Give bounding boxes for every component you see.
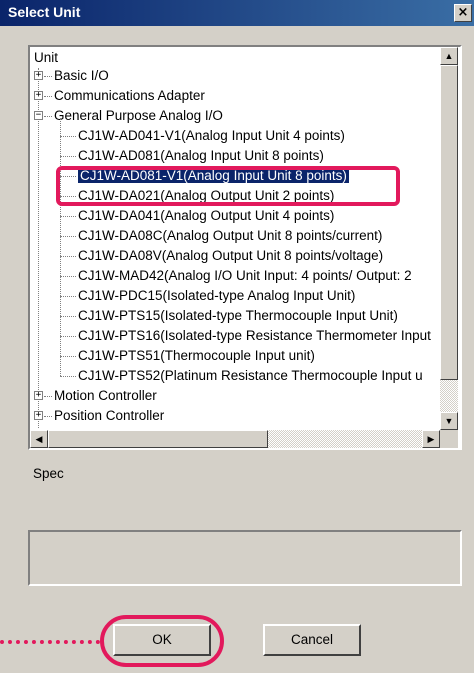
tree-connector — [44, 416, 52, 417]
tree-item-category[interactable]: General Purpose Analog I/O — [54, 106, 223, 126]
tree-item-label: CJ1W-PTS51(Thermocouple Input unit) — [78, 348, 315, 363]
tree-item-unit[interactable]: CJ1W-PTS16(Isolated-type Resistance Ther… — [78, 326, 431, 346]
cancel-button[interactable]: Cancel — [263, 624, 361, 656]
vertical-scrollbar[interactable]: ▲ ▼ — [440, 47, 458, 430]
tree-item-category[interactable]: Motion Controller — [54, 386, 157, 406]
dialog-title: Select Unit — [8, 4, 81, 20]
tree-item-label: CJ1W-PDC15(Isolated-type Analog Input Un… — [78, 288, 356, 303]
tree-connector — [44, 76, 52, 77]
select-unit-dialog: Select Unit × Unit + Basic I/O + Communicat… — [0, 0, 474, 673]
tree-connector — [60, 136, 76, 137]
tree-connector — [60, 216, 76, 217]
scroll-down-icon[interactable]: ▼ — [440, 412, 458, 430]
tree-item-unit[interactable]: CJ1W-PTS51(Thermocouple Input unit) — [78, 346, 315, 366]
close-icon[interactable]: × — [454, 4, 472, 22]
tree-connector — [60, 276, 76, 277]
scrollbar-corner — [440, 430, 458, 448]
tree-connector — [38, 68, 39, 428]
horizontal-scroll-thumb[interactable] — [48, 430, 268, 448]
tree-item-unit[interactable]: CJ1W-PTS15(Isolated-type Thermocouple In… — [78, 306, 398, 326]
scroll-left-icon[interactable]: ◀ — [30, 430, 48, 448]
tree-connector — [60, 296, 76, 297]
title-bar[interactable]: Select Unit × — [0, 0, 474, 26]
tree-item-unit[interactable]: CJ1W-PTS52(Platinum Resistance Thermocou… — [78, 366, 423, 386]
tree-item-label: Motion Controller — [54, 388, 157, 403]
tree-connector — [60, 376, 76, 377]
tree-item-label: Communications Adapter — [54, 88, 205, 103]
tree-connector — [60, 118, 61, 376]
ok-leader-line — [0, 640, 100, 644]
tree-item-label: CJ1W-AD041-V1(Analog Input Unit 4 points… — [78, 128, 345, 143]
tree-item-label: CJ1W-AD081(Analog Input Unit 8 points) — [78, 148, 324, 163]
spec-label: Spec — [33, 466, 64, 481]
tree-item-label: CJ1W-PTS52(Platinum Resistance Thermocou… — [78, 368, 423, 383]
collapse-icon[interactable]: − — [34, 111, 43, 120]
tree-connector — [60, 336, 76, 337]
tree-item-label: Basic I/O — [54, 68, 109, 83]
tree-connector — [60, 256, 76, 257]
expand-icon[interactable]: + — [34, 391, 43, 400]
tree-connector — [60, 356, 76, 357]
tree-item-unit[interactable]: CJ1W-MAD42(Analog I/O Unit Input: 4 poin… — [78, 266, 412, 286]
vertical-scroll-thumb[interactable] — [440, 65, 458, 380]
ok-button-highlight — [100, 615, 224, 667]
tree-connector — [44, 116, 52, 117]
selected-row-highlight — [56, 166, 400, 206]
scroll-up-icon[interactable]: ▲ — [440, 47, 458, 65]
tree-item-label: CJ1W-DA08C(Analog Output Unit 8 points/c… — [78, 228, 383, 243]
unit-tree[interactable]: Unit + Basic I/O + Communications Adapter − G… — [28, 45, 462, 450]
tree-header: Unit — [34, 50, 59, 65]
tree-connector — [44, 96, 52, 97]
tree-item-label: CJ1W-PTS16(Isolated-type Resistance Ther… — [78, 328, 431, 343]
expand-icon[interactable]: + — [34, 71, 43, 80]
tree-item-label: Position Controller — [54, 408, 165, 423]
tree-item-label: CJ1W-DA041(Analog Output Unit 4 points) — [78, 208, 335, 223]
tree-item-category[interactable]: Communications Adapter — [54, 86, 205, 106]
tree-connector — [60, 156, 76, 157]
tree-connector — [60, 236, 76, 237]
expand-icon[interactable]: + — [34, 91, 43, 100]
tree-item-unit[interactable]: CJ1W-DA08V(Analog Output Unit 8 points/v… — [78, 246, 383, 266]
horizontal-scrollbar[interactable]: ◀ ▶ — [30, 430, 440, 448]
tree-connector — [60, 316, 76, 317]
scroll-right-icon[interactable]: ▶ — [422, 430, 440, 448]
tree-item-label: CJ1W-PTS15(Isolated-type Thermocouple In… — [78, 308, 398, 323]
spec-field — [28, 530, 462, 586]
tree-item-unit[interactable]: CJ1W-AD041-V1(Analog Input Unit 4 points… — [78, 126, 345, 146]
tree-item-category[interactable]: Position Controller — [54, 406, 164, 426]
tree-item-unit[interactable]: CJ1W-PDC15(Isolated-type Analog Input Un… — [78, 286, 355, 306]
tree-item-unit[interactable]: CJ1W-AD081(Analog Input Unit 8 points) — [78, 146, 324, 166]
tree-item-category[interactable]: Basic I/O — [54, 66, 109, 86]
tree-item-label: CJ1W-MAD42(Analog I/O Unit Input: 4 poin… — [78, 268, 412, 283]
tree-item-label: General Purpose Analog I/O — [54, 108, 223, 123]
tree-item-unit[interactable]: CJ1W-DA08C(Analog Output Unit 8 points/c… — [78, 226, 382, 246]
tree-item-unit[interactable]: CJ1W-DA041(Analog Output Unit 4 points) — [78, 206, 334, 226]
expand-icon[interactable]: + — [34, 411, 43, 420]
unit-tree-content: Unit + Basic I/O + Communications Adapter − G… — [30, 47, 440, 430]
tree-connector — [44, 396, 52, 397]
tree-item-label: CJ1W-DA08V(Analog Output Unit 8 points/v… — [78, 248, 384, 263]
